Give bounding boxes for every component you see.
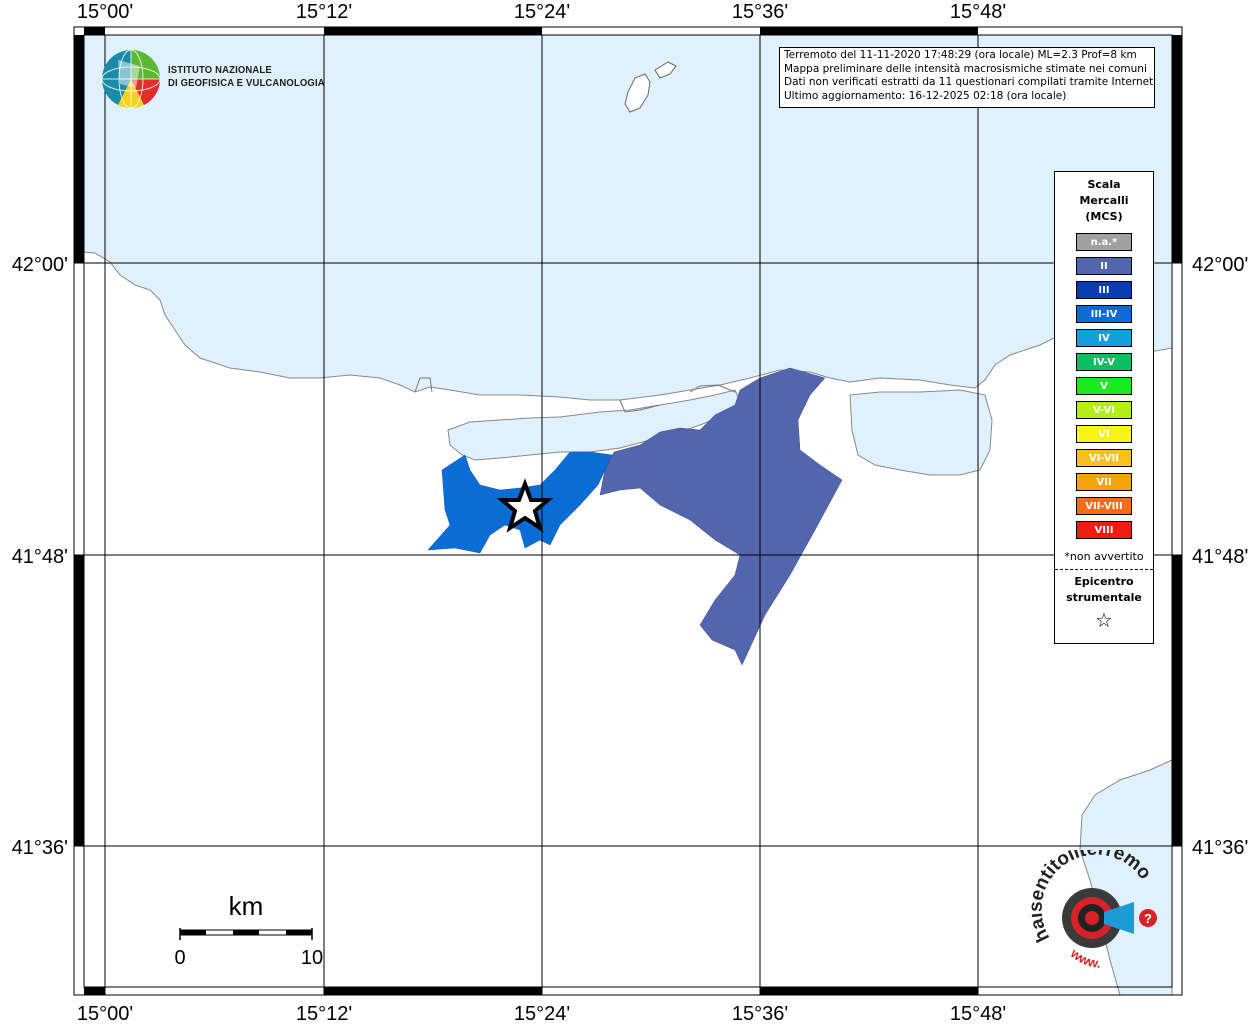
lon-label: 15°48' [950, 1003, 1006, 1024]
lat-label: 42°00' [12, 254, 68, 276]
legend-item: II [1076, 257, 1132, 275]
legend-item: IV-V [1076, 353, 1132, 371]
scale-end: 10 [301, 947, 323, 969]
lon-label: 15°48' [950, 1, 1006, 23]
scale-start: 0 [174, 947, 185, 969]
legend-item: IV [1076, 329, 1132, 347]
ingv-name: ISTITUTO NAZIONALE DI GEOFISICA E VULCAN… [168, 64, 325, 90]
legend-item: III-IV [1076, 305, 1132, 323]
legend-item: n.a.* [1076, 233, 1132, 251]
ingv-line1: ISTITUTO NAZIONALE [168, 64, 272, 76]
legend-item: III [1076, 281, 1132, 299]
ingv-line2: DI GEOFISICA E VULCANOLOGIA [168, 77, 325, 89]
legend-item: V-VI [1076, 401, 1132, 419]
lat-labels-left: 42°00' 41°48' 41°36' [12, 254, 68, 859]
lon-label: 15°36' [732, 1003, 788, 1024]
lagoon-varano [849, 389, 993, 476]
legend-epicenter-line2: strumentale [1066, 591, 1142, 604]
legend-item: VII-VIII [1076, 497, 1132, 515]
event-info-line4: Ultimo aggiornamento: 16-12-2025 02:18 (… [784, 89, 1067, 102]
legend-note: *non avvertito [1064, 550, 1144, 563]
legend-item: VI [1076, 425, 1132, 443]
ingv-globe-icon [101, 49, 161, 109]
lat-label: 41°48' [12, 546, 68, 568]
scale-unit: km [229, 891, 264, 921]
lon-labels-bottom: 15°00' 15°12' 15°24' 15°36' 15°48' [77, 1003, 1006, 1025]
event-info-box: Terremoto del 11-11-2020 17:48:29 (ora l… [779, 47, 1155, 108]
hsit-logo: haisentitoilterremoto.it www. ? [1024, 834, 1170, 980]
lat-label: 41°48' [1192, 546, 1248, 568]
legend-title-line1: Scala [1087, 178, 1121, 191]
legend-item: VI-VII [1076, 449, 1132, 467]
legend-epicenter: Epicentro strumentale [1055, 574, 1153, 606]
lat-label: 41°36' [12, 837, 68, 859]
legend-separator [1055, 569, 1153, 570]
ingv-logo: ISTITUTO NAZIONALE DI GEOFISICA E VULCAN… [100, 48, 325, 110]
lon-label: 15°00' [77, 1003, 133, 1024]
legend-item: VIII [1076, 521, 1132, 539]
lon-label: 15°12' [296, 1, 352, 23]
legend-epicenter-line1: Epicentro [1074, 575, 1134, 588]
legend-title-line2: Mercalli [1079, 194, 1129, 207]
hsit-www: www. [1067, 945, 1101, 971]
lon-label: 15°00' [77, 1, 133, 23]
svg-text:?: ? [1144, 911, 1152, 926]
lat-labels-right: 42°00' 41°48' 41°36' [1192, 254, 1248, 859]
event-info-line2: Mappa preliminare delle intensità macros… [784, 62, 1147, 75]
lon-labels-top: 15°00' 15°12' 15°24' 15°36' 15°48' [77, 1, 1006, 23]
legend-title: Scala Mercalli (MCS) [1055, 177, 1153, 225]
lat-label: 42°00' [1192, 254, 1248, 276]
event-info-line3: Dati non verificati estratti da 11 quest… [784, 76, 1155, 89]
legend-title-line3: (MCS) [1085, 210, 1123, 223]
mcs-legend: Scala Mercalli (MCS) n.a.* II III III-IV IV I… [1054, 171, 1154, 644]
legend-item: V [1076, 377, 1132, 395]
legend-item: VII [1076, 473, 1132, 491]
lon-label: 15°24' [514, 1003, 570, 1024]
lon-label: 15°12' [296, 1003, 352, 1024]
lat-label: 41°36' [1192, 837, 1248, 859]
event-info-line1: Terremoto del 11-11-2020 17:48:29 (ora l… [784, 49, 1137, 61]
scale-bar: km 0 10 [174, 891, 323, 969]
hsit-logo-svg: haisentitoilterremoto.it www. ? [1024, 834, 1157, 971]
legend-items: n.a.* II III III-IV IV IV-V V V-VI VI VI-VII VII VI… [1055, 233, 1153, 539]
lon-label: 15°36' [732, 1, 788, 23]
lon-label: 15°24' [514, 1, 570, 23]
legend-star-icon: ☆ [1095, 608, 1113, 632]
